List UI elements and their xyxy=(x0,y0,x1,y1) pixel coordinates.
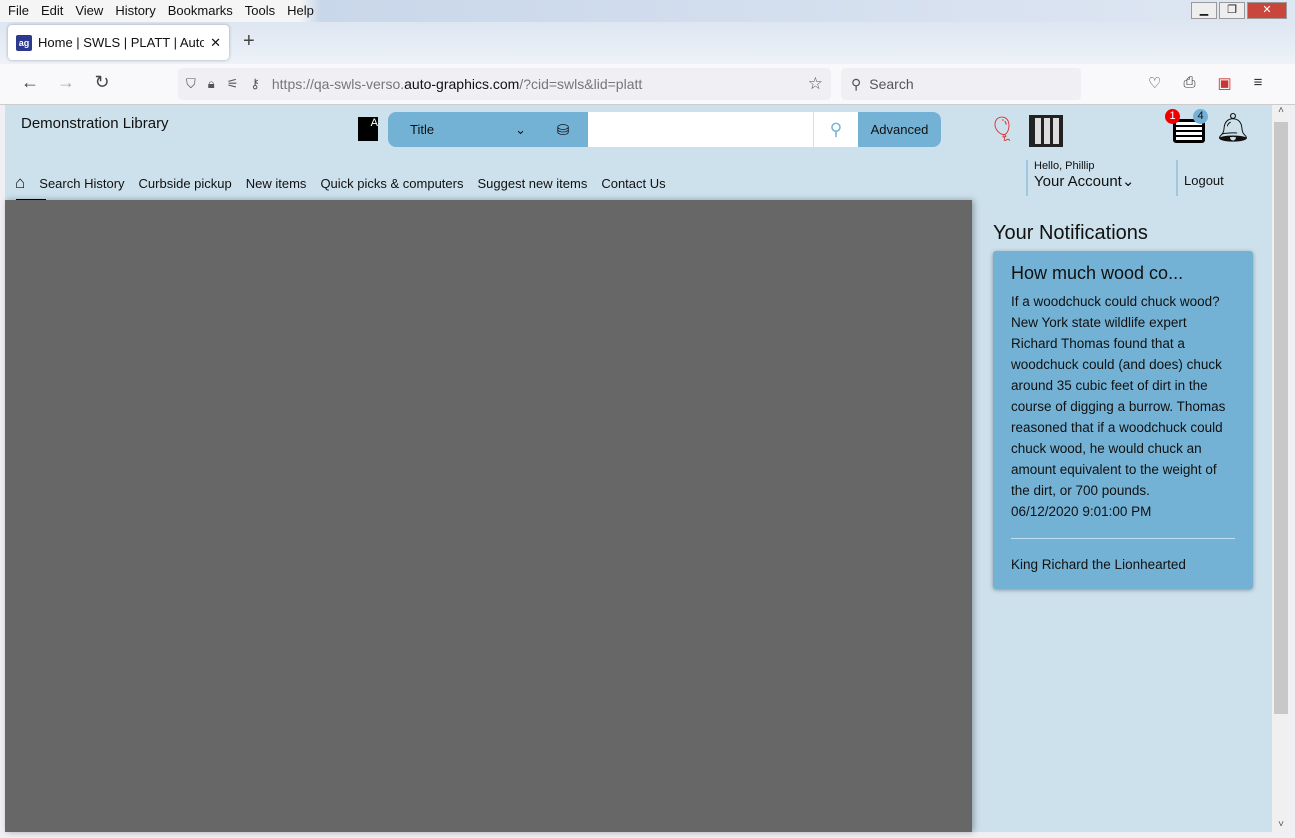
reload-icon[interactable]: ↻ xyxy=(89,72,115,93)
app-menu-icon[interactable]: ≡ xyxy=(1254,74,1263,92)
nav-curbside-pickup[interactable]: Curbside pickup xyxy=(139,176,232,191)
database-icon[interactable]: ⛁ xyxy=(538,121,588,139)
shield-icon[interactable]: ⛉ xyxy=(186,76,196,92)
notification-title: How much wood co... xyxy=(1011,263,1184,283)
close-window-button[interactable]: ✕ xyxy=(1247,2,1287,19)
url-bar[interactable]: ⛉ 🔒︎ ⚟ ⚷ https://qa-swls-verso.auto-graphic… xyxy=(178,68,831,100)
library-name[interactable]: Demonstration Library xyxy=(21,115,169,132)
url-prefix: https://qa-swls-verso. xyxy=(271,76,405,92)
close-tab-icon[interactable]: ✕ xyxy=(210,35,221,51)
nav-contact-us[interactable]: Contact Us xyxy=(601,176,665,191)
print-icon[interactable]: ⎙ xyxy=(1183,74,1195,92)
modal-overlay[interactable] xyxy=(5,200,972,832)
advanced-search-button[interactable]: Advanced xyxy=(858,122,941,137)
logout-link[interactable]: Logout xyxy=(1176,160,1224,196)
nav-toolbar: ← → ↻ ⛉ 🔒︎ ⚟ ⚷ https://qa-swls-verso.auto-g… xyxy=(0,64,1295,105)
search-button[interactable]: ⚲ xyxy=(813,112,858,147)
search-placeholder: Search xyxy=(869,76,914,92)
chevron-down-icon: ⌄ xyxy=(515,121,526,137)
new-tab-button[interactable]: + xyxy=(243,30,255,53)
list-count-badge: 1 xyxy=(1165,109,1180,124)
hot-air-balloon-icon[interactable]: 🎈︎ xyxy=(987,115,1017,144)
search-input[interactable] xyxy=(588,112,813,147)
notification-count-badge: 4 xyxy=(1193,109,1208,124)
key-icon[interactable]: ⚷ xyxy=(250,76,260,92)
bell-icon[interactable]: 🔔︎ xyxy=(1215,111,1251,144)
library-page: Demonstration Library A Title ⌄ ⛁ ⚲ Advan… xyxy=(5,105,1272,832)
browser-search-input[interactable]: ⚲ Search xyxy=(841,68,1081,100)
menu-history[interactable]: History xyxy=(107,0,159,18)
nav-suggest-new-items[interactable]: Suggest new items xyxy=(477,176,587,191)
tab-strip: ag Home | SWLS | PLATT | Auto-Graphics ✕… xyxy=(0,22,1295,64)
lock-icon[interactable]: 🔒︎ xyxy=(208,76,215,92)
nav-search-history[interactable]: Search History xyxy=(39,176,124,191)
url-text[interactable]: https://qa-swls-verso.auto-graphics.com/… xyxy=(272,76,796,92)
notification-body: If a woodchuck could chuck wood? New Yor… xyxy=(1011,294,1226,498)
menu-bar: File Edit View History Bookmarks Tools Help ▁ ❐… xyxy=(0,0,1295,22)
notification-card[interactable]: How much wood co... If a woodchuck could… xyxy=(993,251,1253,589)
menu-file[interactable]: File xyxy=(0,0,33,18)
greeting: Hello, Phillip xyxy=(1034,160,1095,172)
restore-button[interactable]: ❐ xyxy=(1219,2,1245,19)
main-nav: ⌂ Search History Curbside pickup New ite… xyxy=(15,173,666,193)
search-icon: ⚲ xyxy=(851,75,862,92)
notification-sender: King Richard the Lionhearted xyxy=(1011,557,1186,572)
scroll-down-icon[interactable]: ˅ xyxy=(1272,819,1290,830)
back-icon[interactable]: ← xyxy=(17,72,43,93)
notifications-heading: Your Notifications xyxy=(993,222,1148,244)
divider xyxy=(1011,538,1235,539)
chevron-down-icon: ⌄ xyxy=(1121,173,1135,190)
menu-help[interactable]: Help xyxy=(279,0,318,18)
nav-new-items[interactable]: New items xyxy=(246,176,307,191)
search-box: Title ⌄ ⛁ ⚲ Advanced xyxy=(388,112,941,147)
forward-icon[interactable]: → xyxy=(53,72,79,93)
scroll-up-icon[interactable]: ˄ xyxy=(1272,105,1290,116)
nav-quick-picks[interactable]: Quick picks & computers xyxy=(320,176,463,191)
account-menu[interactable]: Hello, Phillip Your Account⌄ xyxy=(1026,160,1134,196)
pocket-icon[interactable]: ♡ xyxy=(1148,74,1161,92)
menu-tools[interactable]: Tools xyxy=(237,0,279,18)
bookmark-star-icon[interactable]: ☆ xyxy=(808,74,823,94)
notification-date: 06/12/2020 9:01:00 PM xyxy=(1011,504,1152,519)
minimize-button[interactable]: ▁ xyxy=(1191,2,1217,19)
tab-title: Home | SWLS | PLATT | Auto-Graphics xyxy=(38,35,205,50)
permissions-icon[interactable]: ⚟ xyxy=(227,76,239,92)
browser-tab[interactable]: ag Home | SWLS | PLATT | Auto-Graphics ✕ xyxy=(8,25,229,60)
menu-view[interactable]: View xyxy=(67,0,107,18)
scrollbar-thumb[interactable] xyxy=(1274,122,1288,714)
extension-icon[interactable]: ▣ xyxy=(1217,74,1231,92)
home-icon[interactable]: ⌂ xyxy=(15,173,25,193)
search-type-select[interactable]: Title ⌄ xyxy=(388,122,538,138)
favicon-icon: ag xyxy=(16,34,32,51)
language-icon[interactable]: A xyxy=(358,117,378,141)
url-domain: auto-graphics.com xyxy=(404,76,520,92)
menu-bookmarks[interactable]: Bookmarks xyxy=(160,0,237,18)
account-label: Your Account xyxy=(1034,173,1122,190)
search-type-value: Title xyxy=(410,121,435,137)
menu-edit[interactable]: Edit xyxy=(33,0,67,18)
catalog-search-icon[interactable] xyxy=(1029,115,1063,147)
url-suffix: /?cid=swls&lid=platt xyxy=(519,76,643,92)
